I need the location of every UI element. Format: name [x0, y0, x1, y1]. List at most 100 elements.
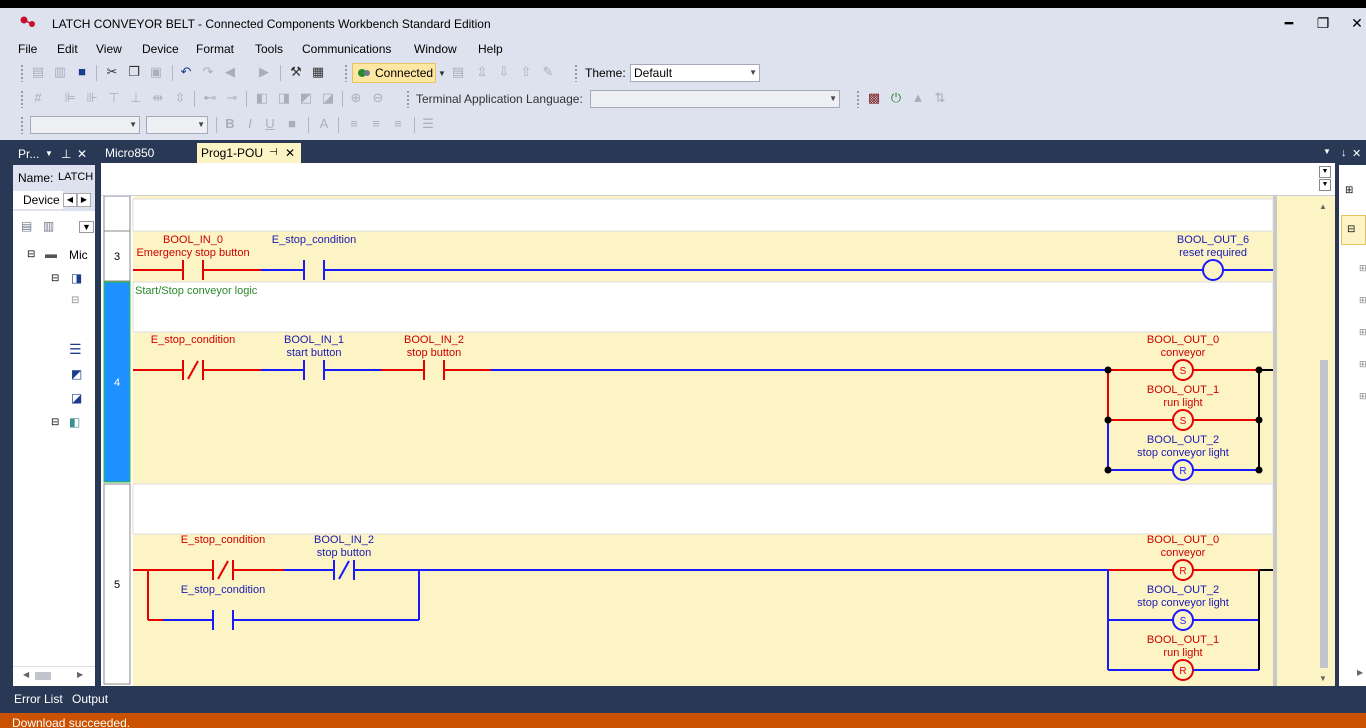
build-icon[interactable]: ▦ — [310, 65, 326, 79]
menu-file[interactable]: File — [18, 42, 37, 56]
connected-dropdown-arrow-icon[interactable]: ▼ — [438, 65, 446, 81]
restore-button[interactable]: ❐ — [1313, 14, 1333, 32]
ladder-diagram[interactable]: 3 BOOL_IN_0 Emergency stop button E_stop_co… — [101, 196, 1335, 688]
tabs-dropdown-icon[interactable]: ▼ — [1323, 147, 1331, 156]
power-icon[interactable]: ⏻ — [888, 91, 904, 105]
scroll-right-icon[interactable]: ▶ — [1357, 668, 1363, 677]
toolbar-grip[interactable] — [406, 90, 410, 108]
text-align-center-icon[interactable]: ≡ — [368, 117, 384, 131]
align-left-icon[interactable]: ⊫ — [62, 91, 78, 105]
navigate-forward-icon[interactable]: ▶ — [256, 65, 272, 79]
align-bottom-icon[interactable]: ⊥ — [128, 91, 144, 105]
close-tab-icon[interactable]: ✕ — [285, 143, 295, 163]
align-top-icon[interactable]: ⊤ — [106, 91, 122, 105]
compare-icon[interactable]: ⇧ — [518, 65, 534, 79]
center-vertical-icon[interactable]: ⇳ — [172, 91, 188, 105]
open-project-icon[interactable]: ▥ — [52, 65, 68, 79]
scroll-thumb[interactable] — [35, 672, 51, 680]
redo-icon[interactable]: ↷ — [200, 65, 216, 79]
bold-icon[interactable]: B — [222, 117, 238, 131]
text-align-right-icon[interactable]: ≡ — [390, 117, 406, 131]
toolbar-grip[interactable] — [574, 64, 578, 82]
paste-icon[interactable]: ▣ — [148, 65, 164, 79]
project-tree-hscrollbar[interactable]: ◀ ▶ — [13, 666, 95, 684]
expand-icon[interactable]: ⊞ — [1345, 185, 1353, 196]
scroll-right-icon[interactable]: ▶ — [77, 193, 91, 207]
group-icon[interactable]: ◩ — [298, 91, 314, 105]
new-project-icon[interactable]: ▤ — [30, 65, 46, 79]
text-align-left-icon[interactable]: ≡ — [346, 117, 362, 131]
center-horizontal-icon[interactable]: ⇹ — [150, 91, 166, 105]
space-horizontal-icon[interactable]: ⊷ — [202, 91, 218, 105]
toolbar-grip[interactable] — [20, 64, 24, 82]
zoom-in-icon[interactable]: ⊕ — [348, 91, 364, 105]
tab-error-list[interactable]: Error List — [14, 689, 63, 713]
pin-icon[interactable]: ⊥ — [61, 147, 71, 161]
terminal-language-select[interactable]: ▼ — [590, 90, 840, 108]
tree-options-icon[interactable]: ▼ — [79, 221, 94, 233]
scroll-left-icon[interactable]: ◀ — [23, 670, 29, 679]
controller-icon[interactable]: ▩ — [866, 91, 882, 105]
pin-icon[interactable]: ⊣ — [269, 143, 278, 163]
menu-communications[interactable]: Communications — [302, 42, 391, 56]
download-icon[interactable]: ▤ — [450, 65, 466, 79]
expand-panel-icon[interactable]: ▼ — [1319, 166, 1331, 178]
device-tab[interactable]: Device — [13, 191, 63, 209]
space-vertical-icon[interactable]: ⊸ — [224, 91, 240, 105]
collapse-icon[interactable]: ⊟ — [1341, 215, 1366, 245]
scroll-left-icon[interactable]: ◀ — [63, 193, 77, 207]
transfer-icon[interactable]: ⇅ — [932, 91, 948, 105]
menu-window[interactable]: Window — [414, 42, 457, 56]
font-size-select[interactable]: ▼ — [146, 116, 208, 134]
copy-icon[interactable]: ❐ — [126, 65, 142, 79]
toolbar-grip[interactable] — [20, 116, 24, 134]
bullet-list-icon[interactable]: ☰ — [420, 117, 436, 131]
tab-micro850[interactable]: Micro850 — [101, 143, 197, 163]
close-button[interactable]: ✕ — [1347, 14, 1366, 32]
save-icon[interactable]: ■ — [74, 65, 90, 79]
ladder-vscrollbar[interactable]: ▲ ▼ — [1315, 196, 1333, 688]
tree-collapse-icon[interactable]: ⊟ — [51, 273, 59, 284]
minimize-button[interactable]: ━ — [1279, 14, 1299, 32]
scroll-up-icon[interactable]: ▲ — [1319, 202, 1327, 211]
tree-collapse-icon[interactable]: ⊟ — [51, 417, 59, 428]
menu-tools[interactable]: Tools — [255, 42, 283, 56]
pane-dropdown-icon[interactable]: ▼ — [45, 149, 53, 158]
underline-icon[interactable]: U — [262, 117, 278, 131]
grid-icon[interactable]: # — [30, 91, 46, 105]
close-pane-icon[interactable]: ✕ — [77, 147, 87, 161]
debug-icon[interactable]: ⇩ — [496, 65, 512, 79]
wrench-icon[interactable]: ⚒ — [288, 65, 304, 79]
warning-icon[interactable]: ▲ — [910, 91, 926, 105]
fill-color-icon[interactable]: ■ — [284, 117, 300, 131]
menu-view[interactable]: View — [96, 42, 122, 56]
undo-icon[interactable]: ↶ — [178, 65, 194, 79]
remove-device-icon[interactable]: ▥ — [43, 219, 54, 233]
tab-prog1-pou[interactable]: Prog1-POU ⊣ ✕ — [197, 143, 301, 163]
ungroup-icon[interactable]: ◪ — [320, 91, 336, 105]
toolbar-grip[interactable] — [344, 64, 348, 82]
add-device-icon[interactable]: ▤ — [21, 219, 32, 233]
tree-root-label[interactable]: Mic — [69, 248, 88, 262]
scroll-thumb[interactable] — [1320, 360, 1328, 668]
scroll-right-icon[interactable]: ▶ — [77, 670, 83, 679]
menu-format[interactable]: Format — [196, 42, 234, 56]
navigate-back-icon[interactable]: ◀ — [222, 65, 238, 79]
font-family-select[interactable]: ▼ — [30, 116, 140, 134]
toolbar-grip[interactable] — [20, 90, 24, 108]
bring-front-icon[interactable]: ◧ — [254, 91, 270, 105]
tree-expand-icon[interactable]: ⊟ — [71, 295, 79, 306]
collapse-panel-icon[interactable]: ▼ — [1319, 179, 1331, 191]
align-right-icon[interactable]: ⊪ — [84, 91, 100, 105]
cut-icon[interactable]: ✂ — [104, 65, 120, 79]
tab-output[interactable]: Output — [72, 689, 108, 713]
font-color-icon[interactable]: A — [316, 117, 332, 131]
connected-button[interactable]: Connected — [352, 63, 436, 83]
toolbar-grip[interactable] — [856, 90, 860, 108]
scroll-down-icon[interactable]: ▼ — [1319, 674, 1327, 683]
send-back-icon[interactable]: ◨ — [276, 91, 292, 105]
zoom-out-icon[interactable]: ⊖ — [370, 91, 386, 105]
close-pane-icon[interactable]: ✕ — [1352, 147, 1361, 160]
menu-edit[interactable]: Edit — [57, 42, 78, 56]
upload-icon[interactable]: ⇫ — [474, 65, 490, 79]
